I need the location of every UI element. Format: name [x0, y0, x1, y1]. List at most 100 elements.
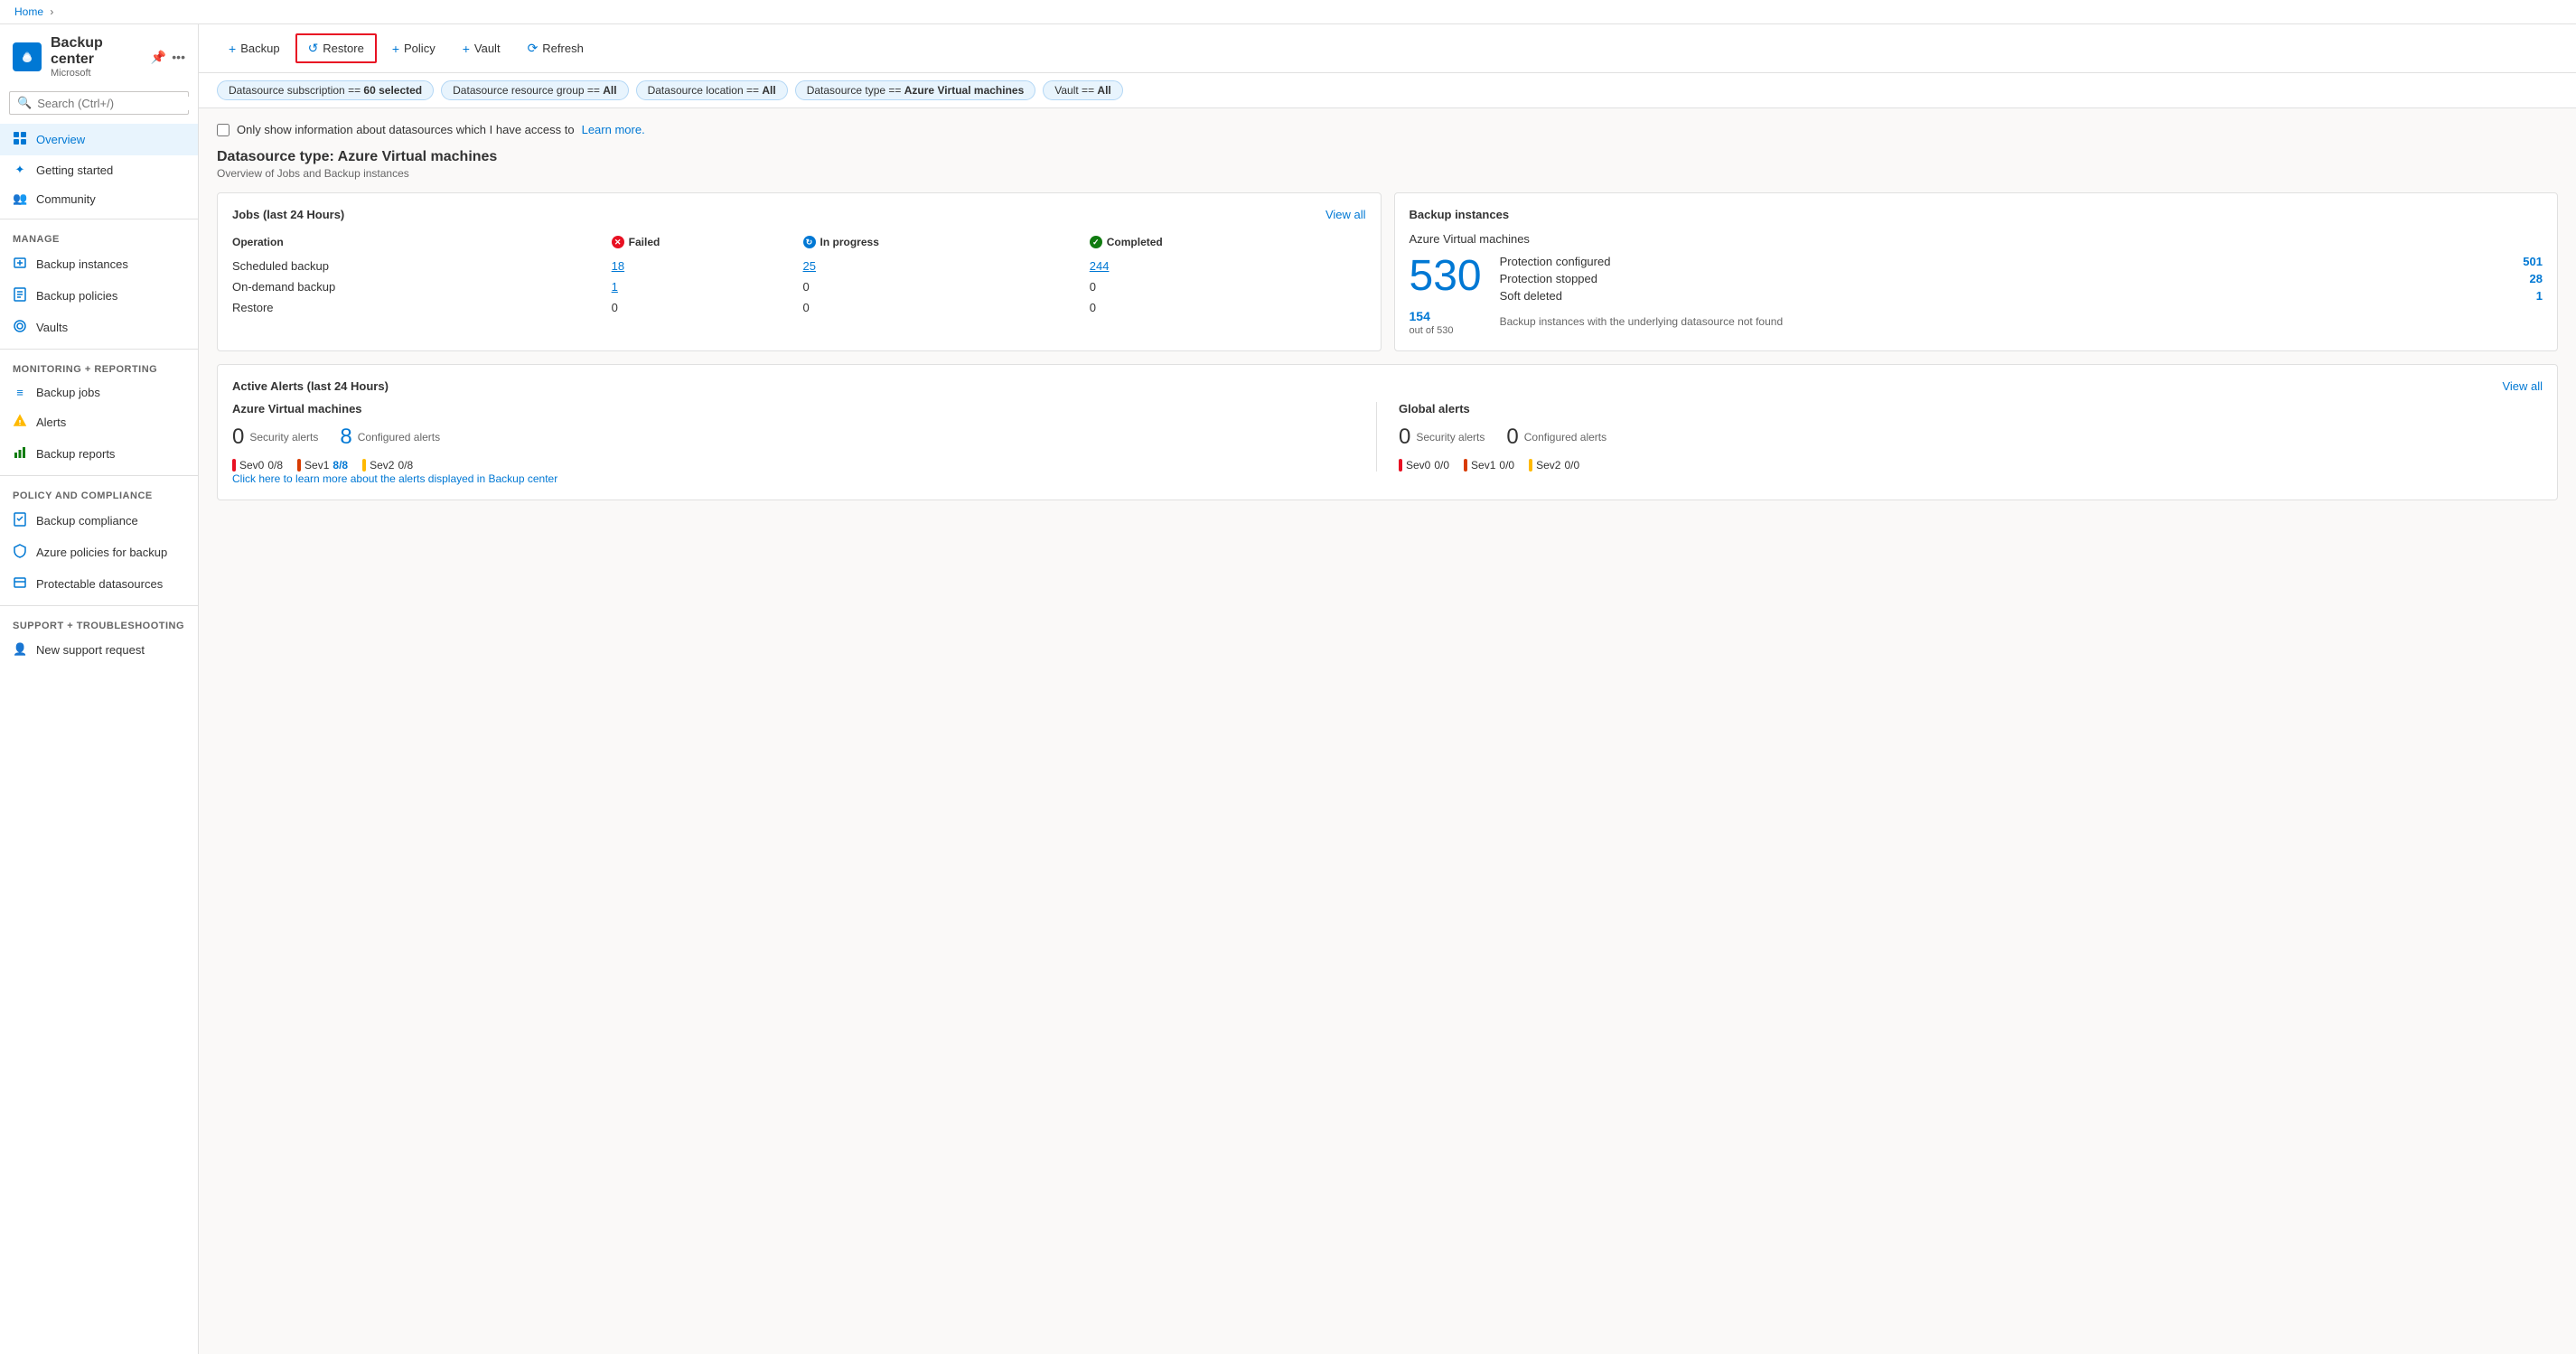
pin-icon[interactable]: 📌	[151, 50, 166, 65]
search-input[interactable]	[37, 97, 196, 110]
content-area: Only show information about datasources …	[199, 108, 2576, 528]
alerts-global-col: Global alerts 0 Security alerts 0 Config…	[1376, 402, 2543, 472]
job-failed[interactable]: 18	[612, 256, 803, 276]
sev0-count[interactable]: 0/8	[267, 459, 283, 472]
backup-btn-icon: +	[229, 42, 236, 56]
breadcrumb-home[interactable]: Home	[14, 5, 43, 18]
filter-vault[interactable]: Vault == All	[1043, 80, 1123, 100]
toolbar: + Backup ↺ Restore + Policy + Vault ⟳ Re…	[199, 24, 2576, 73]
job-completed: 0	[1090, 297, 1366, 318]
sidebar-header-icons[interactable]: 📌 •••	[151, 50, 185, 65]
backup-button[interactable]: + Backup	[217, 35, 292, 62]
jobs-card-title: Jobs (last 24 Hours)	[232, 208, 344, 221]
azure-sev-bars: Sev0 0/8 Sev1 8/8 Sev2 0/8	[232, 459, 1376, 472]
sev2-count[interactable]: 0/8	[398, 459, 413, 472]
global-sev1: Sev1 0/0	[1464, 459, 1514, 472]
sidebar-item-vaults[interactable]: Vaults	[0, 312, 198, 343]
filter-subscription-text: Datasource subscription == 60 selected	[229, 84, 422, 97]
datasource-subtitle: Overview of Jobs and Backup instances	[217, 167, 2558, 180]
table-row: On-demand backup100	[232, 276, 1366, 297]
azure-configured-count: 8 Configured alerts	[340, 425, 440, 450]
bi-configured-value[interactable]: 501	[2523, 255, 2543, 268]
sidebar-item-backup-reports[interactable]: Backup reports	[0, 438, 198, 470]
filter-subscription[interactable]: Datasource subscription == 60 selected	[217, 80, 434, 100]
sidebar-item-azure-policies[interactable]: Azure policies for backup	[0, 537, 198, 568]
new-support-icon: 👤	[13, 642, 27, 657]
global-sev0-dot	[1399, 459, 1402, 472]
sev0-dot	[232, 459, 236, 472]
alerts-icon	[13, 414, 27, 431]
restore-button[interactable]: ↺ Restore	[295, 33, 377, 63]
filter-datasource-type-text: Datasource type == Azure Virtual machine…	[807, 84, 1025, 97]
app-title: Backup center	[51, 35, 142, 68]
alerts-global-counts: 0 Security alerts 0 Configured alerts	[1399, 425, 2543, 450]
bi-left: 530 154 out of 530	[1410, 255, 1482, 336]
cards-row: Jobs (last 24 Hours) View all Operation …	[217, 192, 2558, 351]
job-failed[interactable]: 1	[612, 276, 803, 297]
job-completed[interactable]: 244	[1090, 256, 1366, 276]
alerts-view-all[interactable]: View all	[2502, 379, 2543, 393]
jobs-card-header: Jobs (last 24 Hours) View all	[232, 208, 1366, 221]
refresh-button[interactable]: ⟳ Refresh	[516, 34, 595, 62]
sidebar-item-backup-instances[interactable]: Backup instances	[0, 248, 198, 280]
sidebar-item-label-protectable-datasources: Protectable datasources	[36, 577, 163, 591]
bi-underlying-num[interactable]: 154	[1410, 309, 1430, 323]
bi-deleted-label: Soft deleted	[1500, 289, 1562, 303]
alerts-learn-more[interactable]: Click here to learn more about the alert…	[232, 472, 557, 485]
checkbox-row: Only show information about datasources …	[217, 123, 2558, 136]
sidebar-item-overview[interactable]: Overview	[0, 124, 198, 155]
policy-button[interactable]: + Policy	[380, 35, 447, 62]
table-row: Scheduled backup1825244	[232, 256, 1366, 276]
bi-big-number[interactable]: 530	[1410, 255, 1482, 298]
section-support: Support + troubleshooting	[0, 612, 198, 635]
global-sev1-count[interactable]: 0/0	[1499, 459, 1514, 472]
global-configured-num: 0	[1506, 425, 1518, 450]
jobs-table: Operation ✕ Failed ↻	[232, 232, 1366, 318]
vault-button[interactable]: + Vault	[451, 35, 512, 62]
sidebar-item-alerts[interactable]: Alerts	[0, 406, 198, 438]
bi-underlying-desc: Backup instances with the underlying dat…	[1500, 315, 2543, 328]
datasource-type-title: Datasource type: Azure Virtual machines	[217, 149, 2558, 165]
backup-compliance-icon	[13, 512, 27, 529]
global-sev1-dot	[1464, 459, 1467, 472]
sev2-dot	[362, 459, 366, 472]
sidebar-item-new-support[interactable]: 👤 New support request	[0, 635, 198, 664]
sidebar-item-label-backup-reports: Backup reports	[36, 447, 115, 461]
learn-more-link[interactable]: Learn more.	[582, 123, 645, 136]
col-operation: Operation	[232, 232, 612, 256]
refresh-btn-label: Refresh	[542, 42, 584, 55]
bi-stopped-value[interactable]: 28	[2530, 272, 2543, 285]
sev2-label: Sev2	[370, 459, 394, 472]
access-checkbox[interactable]	[217, 124, 229, 136]
more-icon[interactable]: •••	[172, 50, 185, 65]
sidebar-item-protectable-datasources[interactable]: Protectable datasources	[0, 568, 198, 600]
sidebar-item-backup-compliance[interactable]: Backup compliance	[0, 505, 198, 537]
search-box[interactable]: 🔍	[9, 91, 189, 115]
bi-card-header: Backup instances	[1410, 208, 2543, 221]
filter-datasource-type[interactable]: Datasource type == Azure Virtual machine…	[795, 80, 1036, 100]
jobs-view-all[interactable]: View all	[1325, 208, 1366, 221]
sev1-count[interactable]: 8/8	[333, 459, 348, 472]
filter-location[interactable]: Datasource location == All	[636, 80, 788, 100]
global-sev0-count[interactable]: 0/0	[1434, 459, 1449, 472]
sidebar-item-label-new-support: New support request	[36, 643, 145, 657]
sidebar-item-backup-jobs[interactable]: ≡ Backup jobs	[0, 378, 198, 406]
global-sev2-count[interactable]: 0/0	[1564, 459, 1579, 472]
filter-resource-group[interactable]: Datasource resource group == All	[441, 80, 628, 100]
sidebar-item-label-azure-policies: Azure policies for backup	[36, 546, 167, 559]
sidebar-item-label-overview: Overview	[36, 133, 85, 146]
global-sev0: Sev0 0/0	[1399, 459, 1449, 472]
sidebar: Backup center Microsoft 📌 ••• 🔍 Overview…	[0, 24, 199, 1354]
alerts-columns: Azure Virtual machines 0 Security alerts…	[232, 402, 2543, 472]
bi-stat-deleted: Soft deleted 1	[1500, 289, 2543, 303]
sev1-dot	[297, 459, 301, 472]
azure-configured-num: 8	[340, 425, 351, 450]
sidebar-item-label-getting-started: Getting started	[36, 163, 113, 177]
bi-deleted-value[interactable]: 1	[2536, 289, 2543, 303]
job-inprogress[interactable]: 25	[803, 256, 1090, 276]
sidebar-item-community[interactable]: 👥 Community	[0, 184, 198, 213]
col-failed: ✕ Failed	[612, 232, 803, 256]
sidebar-item-getting-started[interactable]: ✦ Getting started	[0, 155, 198, 184]
sidebar-item-backup-policies[interactable]: Backup policies	[0, 280, 198, 312]
sidebar-item-label-backup-jobs: Backup jobs	[36, 386, 100, 399]
